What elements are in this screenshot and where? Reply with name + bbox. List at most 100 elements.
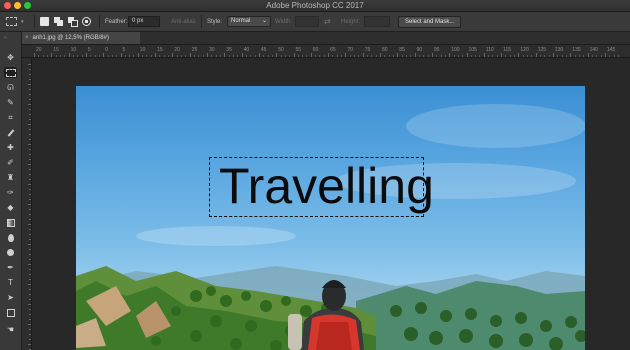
ruler-minor-tick [358,55,360,57]
ruler-minor-tick [111,55,113,57]
ruler-tick [483,53,485,57]
ruler-minor-tick [250,55,252,57]
ruler-tick [241,53,243,57]
ruler-tick [29,134,31,135]
ruler-minor-tick [185,55,187,57]
anti-alias-checkbox-label[interactable]: Anti-alias [171,19,196,25]
ruler-minor-tick [410,55,412,57]
ruler-minor-tick [228,55,230,57]
type-icon[interactable]: T [4,277,17,288]
ruler-tick [29,89,31,90]
brush-icon[interactable]: ✐ [4,157,17,168]
crop-icon[interactable]: ⌗ [4,112,17,123]
ruler-minor-tick [146,55,148,57]
ruler-minor-tick [388,55,390,57]
ruler-tick [29,299,31,300]
ruler-tick [28,284,31,285]
history-brush-icon[interactable]: ✑ [4,187,17,198]
eyedropper-icon[interactable] [4,127,17,138]
ruler-minor-tick [583,55,585,57]
ruler-tick [207,53,208,57]
blur-icon[interactable] [4,232,17,243]
ruler-tick-label: 90 [416,47,423,53]
ruler-minor-tick [142,55,144,57]
ruler-tick-label: 40 [243,47,250,53]
ruler-tick [570,53,572,57]
ruler-tick [449,53,451,57]
ruler-minor-tick [267,55,269,57]
ruler-tick [155,53,157,57]
ruler-minor-tick [609,55,611,57]
ruler-tick-label: 100 [451,47,460,53]
ruler-tick [51,53,53,57]
marquee-icon[interactable] [4,67,17,78]
ruler-tick [224,53,226,57]
horizontal-ruler[interactable]: 20 15 10 5 0 5 10 15 20 25 30 35 40 45 50 55 60 65 70 75 80 8… [22,45,630,58]
ruler-minor-tick [72,55,74,57]
ruler-tick [29,219,31,220]
select-and-mask-button[interactable]: Select and Mask... [398,15,462,28]
ruler-minor-tick [557,55,559,57]
ruler-minor-tick [341,55,343,57]
ruler-tick-label: 75 [364,47,371,53]
ruler-minor-tick [219,55,221,57]
headline-text-layer[interactable]: Travelling [219,158,434,215]
ruler-tick [29,119,31,120]
quick-select-icon[interactable]: ✎ [4,97,17,108]
ruler-minor-tick [323,55,325,57]
ruler-minor-tick [181,55,183,57]
ruler-tick [29,194,31,195]
ruler-tick [28,184,31,185]
feather-input[interactable]: 0 px [128,16,160,27]
path-select-icon[interactable]: ➤ [4,292,17,303]
ruler-tick [29,229,31,230]
rectangle-icon[interactable] [4,307,17,318]
ruler-minor-tick [496,55,498,57]
height-input[interactable] [364,16,390,27]
ruler-tick [28,124,31,125]
ruler-minor-tick [254,55,256,57]
tool-preset-picker[interactable]: ▾ [6,12,30,31]
ruler-minor-tick [215,55,217,57]
panel-grip-icon[interactable]: » [4,35,8,41]
ruler-minor-tick [596,55,598,57]
ruler-minor-tick [613,55,615,57]
new-selection-button[interactable] [40,17,49,26]
move-icon[interactable]: ✥ [4,52,17,63]
height-label: Height: [341,18,361,25]
subtract-from-selection-button[interactable] [68,17,78,27]
ruler-minor-tick [297,55,299,57]
ruler-tick-label: 5 [87,47,91,53]
ruler-tick-label: 55 [295,47,302,53]
gradient-icon[interactable] [4,217,17,228]
ruler-tick-label: 130 [555,47,564,53]
options-bar: ▾ Feather: 0 px Anti-alias Style: Normal… [0,12,630,32]
close-icon[interactable]: × [25,32,29,44]
ruler-tick-label: 15 [157,47,163,53]
width-label: Width: [275,18,293,25]
ruler-minor-tick [211,55,213,57]
vertical-ruler[interactable] [22,58,32,350]
ruler-tick-label: 60 [312,47,319,53]
healing-icon[interactable]: ✚ [4,142,17,153]
document-image[interactable]: Travelling [76,86,585,350]
hand-icon[interactable]: ☚ [4,324,17,335]
ruler-tick-label: 25 [191,47,198,53]
dodge-icon[interactable] [4,247,17,258]
add-to-selection-button[interactable] [54,17,63,26]
ruler-minor-tick [479,55,481,57]
document-tab[interactable]: × anh1.jpg @ 12,5% (RGB/8#) [22,32,140,44]
pen-icon[interactable]: ✒ [4,262,17,273]
width-input[interactable] [295,16,319,27]
ruler-minor-tick [90,55,92,57]
ruler-tick [85,53,87,57]
stamp-icon[interactable]: ♜ [4,172,17,183]
lasso-icon[interactable]: ᘏ [4,82,17,93]
ruler-minor-tick [544,55,546,57]
eraser-icon[interactable]: ◆ [4,202,17,213]
style-select[interactable]: Normal ⌄ [227,16,271,27]
swap-width-height-icon[interactable]: ⇄ [324,17,331,26]
ruler-tick [29,94,31,95]
intersect-selection-button[interactable] [82,17,91,26]
ruler-tick [189,53,191,57]
